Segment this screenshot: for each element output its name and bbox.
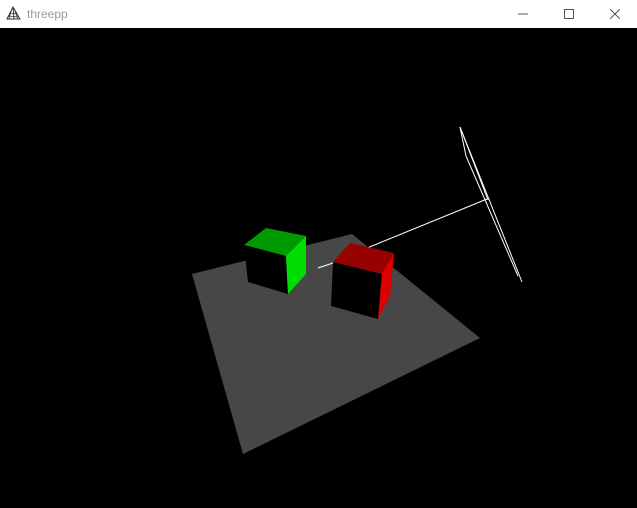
minimize-button[interactable]	[500, 0, 546, 28]
close-icon	[610, 9, 620, 19]
maximize-button[interactable]	[546, 0, 592, 28]
app-window: threepp	[0, 0, 637, 508]
close-button[interactable]	[592, 0, 637, 28]
minimize-icon	[518, 9, 528, 19]
render-viewport[interactable]	[0, 28, 637, 508]
title-bar[interactable]: threepp	[0, 0, 637, 28]
window-title: threepp	[27, 7, 68, 21]
maximize-icon	[564, 9, 574, 19]
threepp-pyramid-icon	[6, 5, 21, 21]
